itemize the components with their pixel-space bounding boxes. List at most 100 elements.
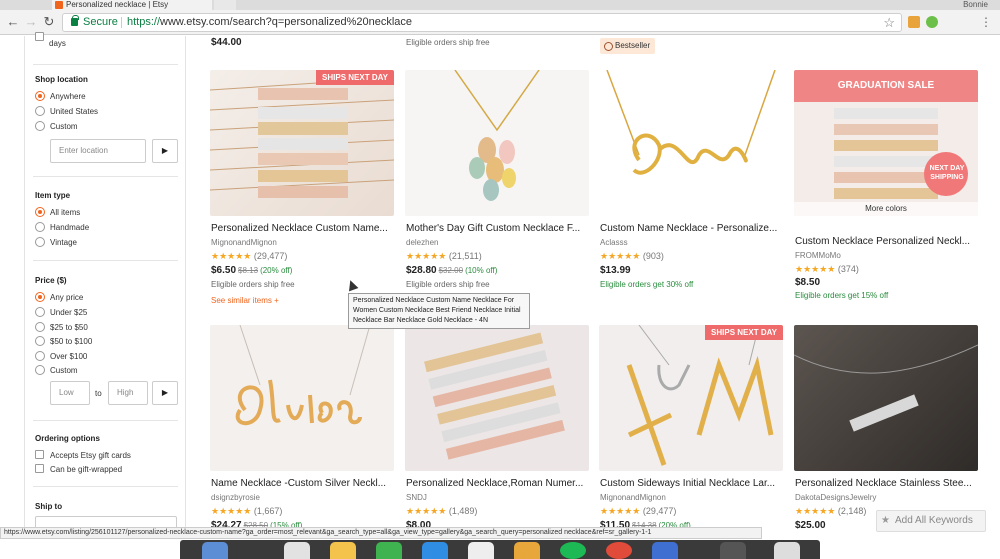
listing-price: $25.00 xyxy=(795,520,826,531)
listing-title[interactable]: Mother's Day Gift Custom Necklace F... xyxy=(406,223,590,234)
radio-vintage[interactable] xyxy=(35,237,45,247)
calendar-icon[interactable] xyxy=(284,542,310,559)
radio-all-items[interactable] xyxy=(35,207,45,217)
shop-name[interactable]: Aclasss xyxy=(600,238,628,247)
finder-icon[interactable] xyxy=(202,542,228,559)
add-all-keywords-button[interactable]: Add All Keywords xyxy=(876,510,986,532)
extension-icon[interactable] xyxy=(908,16,920,28)
listing-title[interactable]: Name Necklace -Custom Silver Neckl... xyxy=(211,478,395,489)
item-type-title: Item type xyxy=(35,191,71,200)
radio-label: Vintage xyxy=(50,238,77,247)
star-icon: ★★★★★ xyxy=(211,251,252,261)
shop-location-title: Shop location xyxy=(35,75,88,84)
price-title: Price ($) xyxy=(35,276,67,285)
photos-icon[interactable] xyxy=(330,542,356,559)
radio-handmade[interactable] xyxy=(35,222,45,232)
radio-custom-location[interactable] xyxy=(35,121,45,131)
location-go-button[interactable]: ▶ xyxy=(152,139,178,163)
rating: ★★★★★ (1,667) xyxy=(211,506,282,517)
link-status-bar: https://www.etsy.com/listing/256101127/p… xyxy=(0,527,762,539)
profile-name[interactable]: Bonnie xyxy=(963,0,988,9)
radio-under-25[interactable] xyxy=(35,307,45,317)
radio-label: Custom xyxy=(50,122,78,131)
listing-image[interactable] xyxy=(405,70,589,216)
listing-image[interactable] xyxy=(599,70,783,216)
listing-title[interactable]: Personalized Necklace Custom Name... xyxy=(211,223,395,234)
mail-icon[interactable] xyxy=(422,542,448,559)
listing-image[interactable]: SHIPS NEXT DAY xyxy=(210,70,394,216)
bookmark-star-icon[interactable]: ☆ xyxy=(883,14,895,31)
radio-label: Custom xyxy=(50,366,78,375)
rating: ★★★★★ (2,148) xyxy=(795,506,866,517)
shop-name[interactable]: dsignzbyrosie xyxy=(211,493,260,502)
discount-note: Eligible orders get 15% off xyxy=(795,291,889,300)
shop-name[interactable]: SNDJ xyxy=(406,493,427,502)
name-necklace-image xyxy=(235,325,371,426)
app-icon[interactable] xyxy=(720,542,746,559)
radio-label: $25 to $50 xyxy=(50,323,88,332)
price-high-input[interactable]: High xyxy=(108,381,148,405)
initial-necklace-image xyxy=(626,325,774,466)
radio-50-to-100[interactable] xyxy=(35,336,45,346)
listing-title[interactable]: Personalized Necklace,Roman Numer... xyxy=(406,478,590,489)
shop-name[interactable]: MignonandMignon xyxy=(211,238,277,247)
shop-name[interactable]: MignonandMignon xyxy=(600,493,666,502)
rating: ★★★★★ (21,511) xyxy=(406,251,482,262)
radio-over-100[interactable] xyxy=(35,351,45,361)
divider xyxy=(33,486,178,487)
ordering-options-title: Ordering options xyxy=(35,434,100,443)
listing-title[interactable]: Personalized Necklace Stainless Stee... xyxy=(795,478,979,489)
extension-icon[interactable] xyxy=(926,16,938,28)
radio-any-price[interactable] xyxy=(35,292,45,302)
radio-anywhere[interactable] xyxy=(35,91,45,101)
shop-name[interactable]: delezhen xyxy=(406,238,438,247)
app-icon[interactable] xyxy=(514,542,540,559)
radio-25-to-50[interactable] xyxy=(35,322,45,332)
location-input[interactable]: Enter location xyxy=(50,139,146,163)
radio-label: Under $25 xyxy=(50,308,88,317)
listing-title[interactable]: Custom Name Necklace - Personalize... xyxy=(600,223,784,234)
messages-icon[interactable] xyxy=(376,542,402,559)
url-text[interactable]: https://www.etsy.com/search?q=personaliz… xyxy=(127,14,412,31)
radio-label: Anywhere xyxy=(50,92,86,101)
radio-united-states[interactable] xyxy=(35,106,45,116)
discount-note: Eligible orders get 30% off xyxy=(600,280,694,289)
menu-icon[interactable]: ⋮ xyxy=(980,15,992,29)
app-icon[interactable] xyxy=(652,542,678,559)
tab-title: Personalized necklace | Etsy xyxy=(66,0,169,9)
spotify-icon[interactable] xyxy=(560,542,586,559)
see-similar-link[interactable]: See similar items + xyxy=(211,296,279,305)
radio-custom-price[interactable] xyxy=(35,365,45,375)
new-tab-button[interactable] xyxy=(214,0,236,10)
radio-label: Over $100 xyxy=(50,352,88,361)
shop-name[interactable]: FROMMoMo xyxy=(795,251,841,260)
listing-title[interactable]: Custom Necklace Personalized Neckl... xyxy=(795,236,979,247)
listing-image[interactable] xyxy=(794,325,978,471)
star-icon: ★★★★★ xyxy=(600,251,641,261)
review-count: (1,489) xyxy=(448,506,478,516)
listing-image[interactable] xyxy=(210,325,394,471)
checkbox-gift-cards[interactable] xyxy=(35,450,44,459)
reload-icon[interactable]: ↻ xyxy=(42,15,56,29)
listing-image[interactable]: GRADUATION SALE NEXT DAY SHIPPING More c… xyxy=(794,70,978,216)
back-icon[interactable]: ← xyxy=(6,15,20,29)
radio-label: Handmade xyxy=(50,223,90,232)
checkbox-gift-wrapped[interactable] xyxy=(35,464,44,473)
price-low-input[interactable]: Low xyxy=(50,381,90,405)
price-go-button[interactable]: ▶ xyxy=(152,381,178,405)
listing-image[interactable] xyxy=(405,325,589,471)
notes-icon[interactable] xyxy=(468,542,494,559)
trash-icon[interactable] xyxy=(774,542,800,559)
browser-tab[interactable]: Personalized necklace | Etsy xyxy=(52,0,212,10)
listing-price: $6.50 $8.13 (20% off) xyxy=(211,265,293,276)
listing-title[interactable]: Custom Sideways Initial Necklace Lar... xyxy=(600,478,784,489)
checkbox[interactable] xyxy=(35,32,44,41)
bar-necklaces-image xyxy=(834,108,968,199)
rating: ★★★★★ (903) xyxy=(600,251,664,262)
original-price: $32.00 xyxy=(438,266,464,275)
chrome-icon[interactable] xyxy=(606,542,632,559)
forward-icon[interactable]: → xyxy=(24,15,38,29)
shop-name[interactable]: DakotaDesignsJewelry xyxy=(795,493,876,502)
listing-image[interactable]: SHIPS NEXT DAY xyxy=(599,325,783,471)
address-bar[interactable]: Secure https://www.etsy.com/search?q=per… xyxy=(62,13,902,32)
